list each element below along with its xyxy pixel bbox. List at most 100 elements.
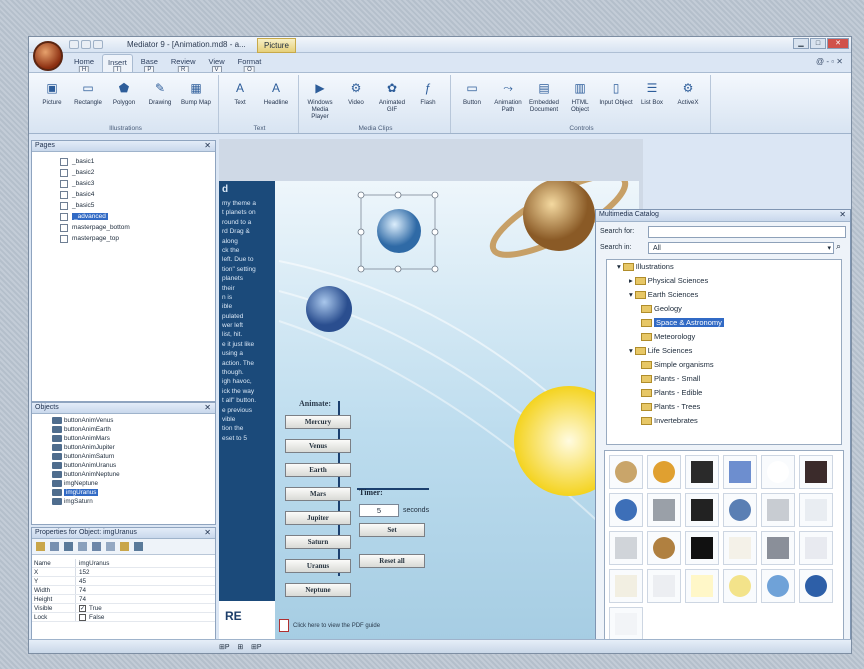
property-tool-icon[interactable] bbox=[134, 542, 143, 551]
property-tool-icon[interactable] bbox=[50, 542, 59, 551]
property-tool-icon[interactable] bbox=[64, 542, 73, 551]
button-button[interactable]: ▭ Button bbox=[455, 75, 489, 113]
tab-view[interactable]: View V bbox=[203, 54, 229, 75]
catalog-thumbnail[interactable] bbox=[799, 531, 833, 565]
property-value[interactable]: 74 bbox=[76, 595, 215, 603]
catalog-tree-item[interactable]: Simple organisms bbox=[607, 358, 841, 372]
catalog-thumbnail[interactable] bbox=[761, 455, 795, 489]
drawing-button[interactable]: ✎ Drawing bbox=[143, 75, 177, 106]
close-button[interactable]: ✕ bbox=[827, 38, 849, 49]
minimize-button[interactable]: ▁ bbox=[793, 38, 809, 49]
property-value[interactable]: 45 bbox=[76, 577, 215, 585]
object-item[interactable]: imgNeptune bbox=[32, 479, 215, 488]
property-value[interactable]: 74 bbox=[76, 586, 215, 594]
timer-input[interactable]: 5 bbox=[359, 504, 399, 517]
search-icon[interactable]: ⌕ bbox=[836, 241, 848, 254]
close-icon[interactable]: ✕ bbox=[204, 403, 211, 412]
catalog-thumbnail[interactable] bbox=[609, 455, 643, 489]
reset-all-button[interactable]: Reset all bbox=[359, 554, 425, 568]
page-item[interactable]: _basic3 bbox=[32, 178, 215, 189]
property-row[interactable]: X 152 bbox=[32, 568, 215, 577]
property-row[interactable]: Visible ✓ True bbox=[32, 604, 215, 613]
catalog-thumbnail[interactable] bbox=[799, 455, 833, 489]
catalog-tree-item[interactable]: Plants - Trees bbox=[607, 400, 841, 414]
expand-open-icon[interactable]: ▾ bbox=[617, 262, 621, 271]
planet-button-mercury[interactable]: Mercury bbox=[285, 415, 351, 429]
property-value[interactable]: ✓ True bbox=[76, 604, 215, 612]
property-value[interactable]: 152 bbox=[76, 568, 215, 576]
object-item[interactable]: buttonAnimVenus bbox=[32, 416, 215, 425]
animated-gif-button[interactable]: ✿ Animated GIF bbox=[375, 75, 409, 120]
object-item[interactable]: buttonAnimJupiter bbox=[32, 443, 215, 452]
polygon-button[interactable]: ⬟ Polygon bbox=[107, 75, 141, 106]
status-item[interactable]: ⊞P bbox=[219, 644, 230, 651]
property-tool-icon[interactable] bbox=[92, 542, 101, 551]
property-row[interactable]: Width 74 bbox=[32, 586, 215, 595]
catalog-thumbnail[interactable] bbox=[723, 531, 757, 565]
catalog-tree-item[interactable]: Meteorology bbox=[607, 330, 841, 344]
pdf-icon[interactable] bbox=[279, 619, 289, 632]
catalog-thumbnail[interactable] bbox=[685, 531, 719, 565]
property-value[interactable]: False bbox=[76, 613, 215, 621]
catalog-tree-item[interactable]: ▸ Physical Sciences bbox=[607, 274, 841, 288]
ribbon-help-icons[interactable]: @ - ▫ ✕ bbox=[816, 57, 843, 66]
catalog-thumbnail[interactable] bbox=[609, 531, 643, 565]
context-tab-picture[interactable]: Picture bbox=[257, 38, 296, 53]
expand-closed-icon[interactable]: ▸ bbox=[629, 276, 633, 285]
catalog-thumbnail[interactable] bbox=[723, 493, 757, 527]
property-tool-icon[interactable] bbox=[106, 542, 115, 551]
catalog-tree-item[interactable]: Geology bbox=[607, 302, 841, 316]
planet-button-earth[interactable]: Earth bbox=[285, 463, 351, 477]
catalog-thumbnail[interactable] bbox=[799, 569, 833, 603]
property-value[interactable]: imgUranus bbox=[76, 559, 215, 567]
editor-canvas[interactable]: d my theme at planets on round to a rd Drag… bbox=[219, 139, 643, 653]
expand-open-icon[interactable]: ▾ bbox=[629, 290, 633, 299]
object-item[interactable]: imgSaturn bbox=[32, 497, 215, 506]
object-item[interactable]: buttonAnimNeptune bbox=[32, 470, 215, 479]
catalog-tree-item[interactable]: Invertebrates bbox=[607, 414, 841, 428]
close-icon[interactable]: ✕ bbox=[204, 528, 211, 537]
rectangle-button[interactable]: ▭ Rectangle bbox=[71, 75, 105, 106]
catalog-tree-item[interactable]: ▾ Illustrations bbox=[607, 260, 841, 274]
catalog-thumbnail[interactable] bbox=[761, 493, 795, 527]
catalog-tree-item[interactable]: Plants - Edible bbox=[607, 386, 841, 400]
video-button[interactable]: ⚙ Video bbox=[339, 75, 373, 120]
catalog-thumbnail[interactable] bbox=[685, 455, 719, 489]
catalog-thumbnail[interactable] bbox=[609, 493, 643, 527]
status-item[interactable]: ⊞P bbox=[251, 644, 262, 651]
object-item[interactable]: buttonAnimSaturn bbox=[32, 452, 215, 461]
catalog-thumbnail[interactable] bbox=[685, 569, 719, 603]
page-item[interactable]: masterpage_top bbox=[32, 233, 215, 244]
property-row[interactable]: Y 45 bbox=[32, 577, 215, 586]
object-item[interactable]: buttonAnimUranus bbox=[32, 461, 215, 470]
page-item[interactable]: _basic1 bbox=[32, 156, 215, 167]
maximize-button[interactable]: □ bbox=[810, 38, 826, 49]
close-icon[interactable]: ✕ bbox=[204, 141, 211, 150]
catalog-thumbnail[interactable] bbox=[799, 493, 833, 527]
catalog-thumbnail[interactable] bbox=[609, 607, 643, 641]
windows-media-player-button[interactable]: ▶ Windows Media Player bbox=[303, 75, 337, 120]
tab-review[interactable]: Review R bbox=[166, 54, 201, 75]
property-row[interactable]: Name imgUranus bbox=[32, 559, 215, 568]
list-box-button[interactable]: ☰ List Box bbox=[635, 75, 669, 113]
catalog-thumbnail[interactable] bbox=[685, 493, 719, 527]
activex-button[interactable]: ⚙ ActiveX bbox=[671, 75, 705, 113]
status-item[interactable]: ⊞ bbox=[237, 644, 243, 651]
quick-access-toolbar[interactable] bbox=[69, 40, 109, 50]
catalog-thumbnail[interactable] bbox=[647, 569, 681, 603]
picture-button[interactable]: ▣ Picture bbox=[35, 75, 69, 106]
text-button[interactable]: A Text bbox=[223, 75, 257, 106]
catalog-tree-item[interactable]: ▾ Earth Sciences bbox=[607, 288, 841, 302]
pdf-guide-link[interactable]: Click here to view the PDF guide bbox=[293, 623, 380, 629]
animation-path-button[interactable]: ⤳ Animation Path bbox=[491, 75, 525, 114]
property-row[interactable]: Height 74 bbox=[32, 595, 215, 604]
page-item[interactable]: _basic5 bbox=[32, 200, 215, 211]
embedded-document-button[interactable]: ▤ Embedded Document bbox=[527, 75, 561, 113]
close-icon[interactable]: ✕ bbox=[839, 210, 846, 219]
catalog-tree-item[interactable]: ▾ Life Sciences bbox=[607, 344, 841, 358]
flash-button[interactable]: ƒ Flash bbox=[411, 75, 445, 120]
tab-base[interactable]: Base P bbox=[136, 54, 163, 75]
catalog-thumbnail[interactable] bbox=[761, 531, 795, 565]
object-item[interactable]: imgUranus bbox=[32, 488, 215, 497]
tab-insert[interactable]: Insert I bbox=[102, 54, 133, 75]
